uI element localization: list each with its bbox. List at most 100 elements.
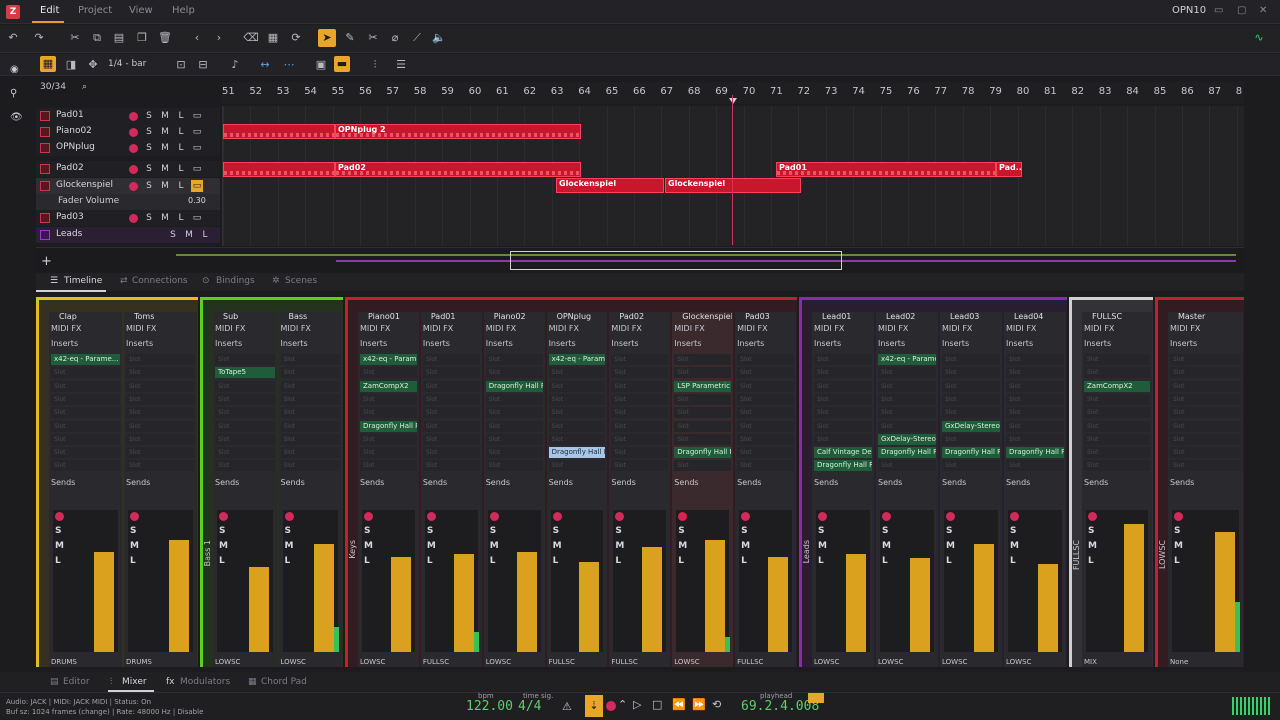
zoom-fit-icon[interactable]: ⊡ — [172, 56, 190, 74]
sends-label[interactable]: Sends — [737, 478, 793, 490]
insert-slot[interactable]: Slot — [422, 460, 480, 472]
editor-icon[interactable]: ▤ — [50, 677, 59, 687]
output-routing[interactable]: LOWSC — [486, 658, 511, 666]
channel-strip[interactable]: Piano01 MIDI FX Inserts x42-eq - Parame... S… — [358, 312, 419, 667]
insert-slot[interactable]: Slot — [126, 380, 195, 392]
insert-slot[interactable]: Slot — [1170, 460, 1241, 472]
mute-button[interactable]: M — [818, 541, 827, 551]
listen-button[interactable]: L — [175, 142, 187, 154]
sends-label[interactable]: Sends — [281, 478, 337, 490]
note-icon[interactable]: ♪ — [226, 56, 244, 74]
midi-fx-label[interactable]: MIDI FX — [423, 324, 479, 336]
channel-strip[interactable]: Glockenspiel MIDI FX Inserts Slot Slot LSP Pa… — [672, 312, 734, 667]
track-leads[interactable]: Leads S M L — [36, 227, 220, 243]
mute-button[interactable]: M — [159, 180, 171, 192]
insert-slot[interactable]: Slot — [737, 433, 794, 445]
insert-slot[interactable]: Slot — [814, 393, 872, 405]
inserts-label[interactable]: Inserts — [1084, 339, 1140, 351]
insert-slot[interactable]: Slot — [1006, 380, 1064, 392]
solo-button[interactable]: S — [615, 526, 621, 536]
insert-slot[interactable]: Slot — [674, 393, 732, 405]
volume-fader[interactable] — [846, 554, 866, 652]
insert-slot[interactable]: Slot — [611, 460, 669, 472]
insert-slot[interactable]: Slot — [878, 460, 936, 472]
insert-slot[interactable]: Slot — [674, 367, 732, 379]
insert-slot[interactable]: Slot — [126, 407, 195, 419]
solo-button[interactable]: S — [143, 163, 155, 175]
record-arm-button[interactable] — [129, 165, 138, 174]
insert-slot[interactable]: Slot — [737, 447, 794, 459]
nudge-right-icon[interactable]: › — [210, 29, 228, 47]
record-arm-button[interactable] — [129, 214, 138, 223]
insert-slot[interactable]: Slot — [422, 407, 480, 419]
mute-button[interactable]: M — [285, 541, 294, 551]
insert-slot[interactable]: Slot — [814, 354, 872, 365]
minimize-tracks-icon[interactable]: ▬ — [334, 56, 350, 72]
solo-button[interactable]: S — [1010, 526, 1016, 536]
insert-slot[interactable]: Slot — [737, 380, 794, 392]
arranger-canvas[interactable]: OPNplug 2 Pad02 Glockenspiel Glockenspie… — [222, 106, 1244, 246]
inserts-label[interactable]: Inserts — [611, 339, 667, 351]
buffer-status[interactable]: Buf sz: 1024 frames (change) | Rate: 480… — [6, 708, 203, 716]
insert-slot[interactable]: Slot — [737, 367, 794, 379]
insert-slot[interactable]: Slot — [878, 380, 936, 392]
insert-slot[interactable]: x42-eq - Parame... — [548, 354, 606, 365]
insert-slot[interactable]: Slot — [51, 460, 120, 472]
insert-slot[interactable]: Slot — [1170, 420, 1241, 432]
insert-slot[interactable]: GxDelay-Stereo — [942, 420, 1000, 432]
insert-slot[interactable]: Slot — [737, 420, 794, 432]
insert-slot[interactable]: Dragonfly Hall R... — [1006, 447, 1064, 459]
insert-slot[interactable]: Slot — [1006, 433, 1064, 445]
midi-region-pad01[interactable]: Pad01 — [776, 162, 996, 177]
insert-slot[interactable]: Slot — [51, 380, 120, 392]
insert-slot[interactable]: Slot — [280, 420, 340, 432]
inserts-label[interactable]: Inserts — [423, 339, 479, 351]
mute-button[interactable]: M — [678, 541, 687, 551]
insert-slot[interactable]: Slot — [942, 380, 1000, 392]
sends-label[interactable]: Sends — [486, 478, 542, 490]
midi-fx-label[interactable]: MIDI FX — [51, 324, 107, 336]
insert-slot[interactable]: Slot — [215, 460, 275, 472]
show-ui-icon[interactable]: ▭ — [191, 142, 203, 154]
output-routing[interactable]: LOWSC — [1006, 658, 1031, 666]
sends-label[interactable]: Sends — [360, 478, 416, 490]
insert-slot[interactable]: Dragonfly Hall R... — [878, 447, 936, 459]
record-arm-button[interactable] — [284, 512, 294, 521]
show-ui-icon[interactable]: ▭ — [191, 212, 203, 224]
solo-button[interactable]: S — [130, 526, 136, 536]
listen-button[interactable]: L — [175, 163, 187, 175]
mute-button[interactable]: M — [183, 229, 195, 241]
insert-slot[interactable]: Slot — [215, 420, 275, 432]
insert-slot[interactable]: Slot — [548, 407, 606, 419]
inserts-label[interactable]: Inserts — [737, 339, 793, 351]
insert-slot[interactable]: Slot — [215, 447, 275, 459]
sends-label[interactable]: Sends — [611, 478, 667, 490]
insert-slot[interactable]: Slot — [1084, 354, 1150, 365]
listen-button[interactable]: L — [175, 180, 187, 192]
listen-button[interactable]: L — [175, 110, 187, 122]
undo-icon[interactable]: ↶ — [4, 29, 22, 47]
insert-slot[interactable]: Slot — [611, 354, 669, 365]
listen-button[interactable]: L — [175, 212, 187, 224]
nudge-left-icon[interactable]: ‹ — [188, 29, 206, 47]
track-pad03[interactable]: Pad03 S M L ▭ — [36, 210, 220, 226]
insert-slot[interactable]: Slot — [422, 447, 480, 459]
chord-pad-icon[interactable]: ▦ — [248, 677, 257, 687]
channel-strip[interactable]: Lead01 MIDI FX Inserts Slot Slot Slot Slot Slot… — [812, 312, 874, 667]
solo-button[interactable]: S — [143, 126, 155, 138]
menu-help[interactable]: Help — [172, 5, 195, 16]
output-routing[interactable]: FULLSC — [549, 658, 575, 666]
insert-slot[interactable]: Slot — [1006, 367, 1064, 379]
insert-slot[interactable]: Dragonfly Hall R... — [360, 420, 417, 432]
insert-slot[interactable]: Slot — [611, 367, 669, 379]
midi-region-pad-end[interactable]: Pad... — [996, 162, 1022, 177]
midi-fx-label[interactable]: MIDI FX — [215, 324, 271, 336]
output-routing[interactable]: FULLSC — [611, 658, 637, 666]
track-pad02[interactable]: Pad02 S M L ▭ — [36, 161, 220, 177]
sends-label[interactable]: Sends — [126, 478, 182, 490]
insert-slot[interactable]: Slot — [1006, 460, 1064, 472]
insert-slot[interactable]: Slot — [1170, 407, 1241, 419]
tab-chord-pad[interactable]: Chord Pad — [261, 677, 307, 687]
listen-button[interactable]: L — [946, 556, 952, 566]
insert-slot[interactable]: Slot — [878, 407, 936, 419]
